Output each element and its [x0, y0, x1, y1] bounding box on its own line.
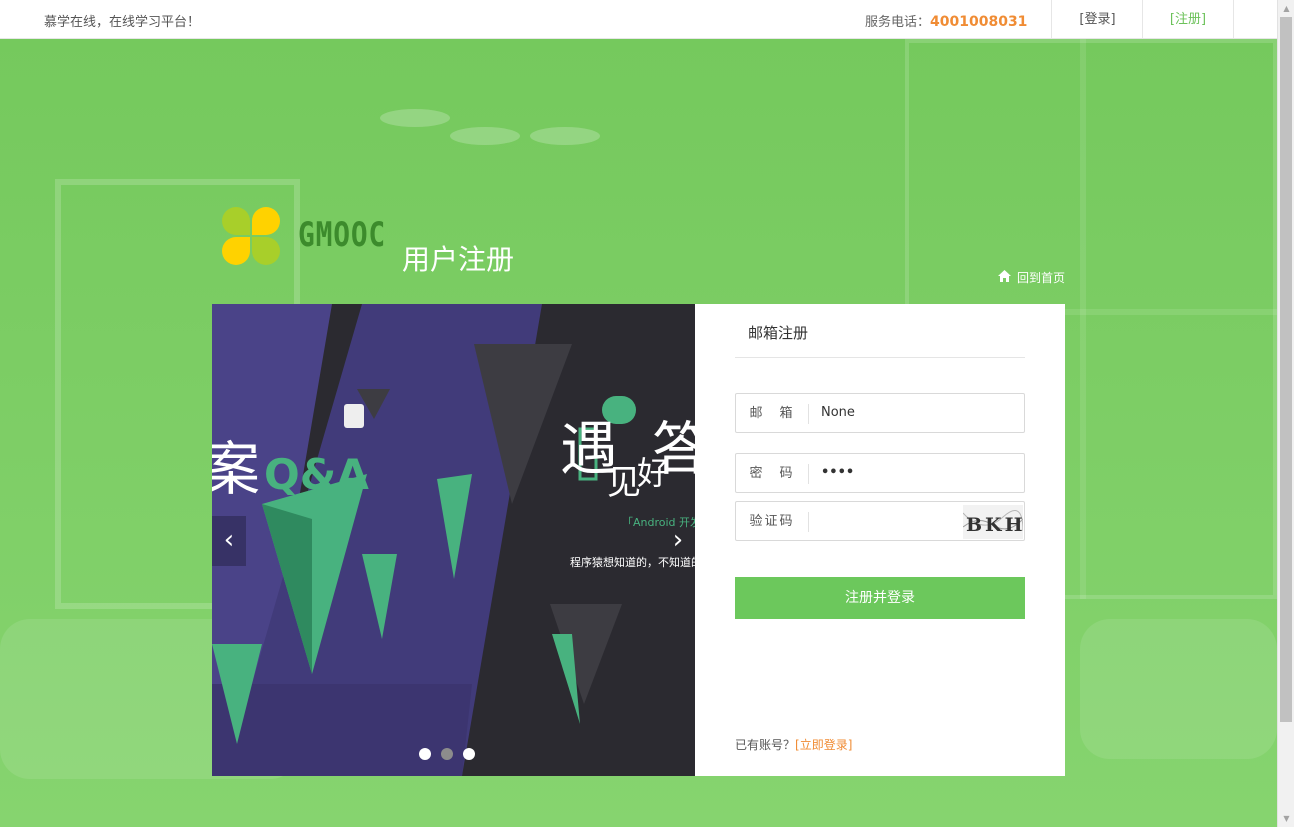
carousel-prev-arrow-icon[interactable]: ‹	[212, 516, 246, 566]
carousel-dot-2[interactable]	[441, 748, 453, 760]
carousel-dot-3[interactable]	[463, 748, 475, 760]
home-icon	[998, 270, 1011, 285]
banner-carousel[interactable]: 遇 见 好 答 案 Q&A 「Android 开发问答专场」 程序猿想知道的，不…	[212, 304, 695, 776]
banner-illustration: 遇 见 好 答 案 Q&A 「Android 开发问答专场」 程序猿想知道的，不…	[212, 304, 695, 776]
login-now-link[interactable]: [立即登录]	[795, 738, 852, 752]
password-value[interactable]: ••••	[821, 465, 854, 480]
carousel-dot-1[interactable]	[419, 748, 431, 760]
back-to-home-link[interactable]: 回到首页	[998, 269, 1065, 286]
scroll-down-arrow-icon[interactable]: ▼	[1278, 810, 1294, 827]
register-link[interactable]: [注册]	[1142, 0, 1234, 39]
site-slogan: 慕学在线，在线学习平台！	[44, 15, 201, 30]
captcha-text: BKH	[966, 514, 1023, 536]
password-field[interactable]: 密 码 ••••	[735, 453, 1025, 493]
phone-number: 4001008031	[930, 14, 1028, 30]
has-account-text: 已有账号？	[735, 738, 796, 752]
email-field[interactable]: 邮 箱 None	[735, 393, 1025, 433]
email-label: 邮 箱	[736, 404, 809, 424]
home-link-label: 回到首页	[1017, 271, 1066, 285]
phone-label: 服务电话：	[865, 15, 931, 30]
svg-text:答: 答	[652, 415, 695, 483]
email-value[interactable]: None	[821, 405, 855, 420]
has-account-line: 已有账号？[立即登录]	[735, 736, 852, 753]
login-link[interactable]: [登录]	[1051, 0, 1143, 39]
captcha-image[interactable]: BKH	[962, 505, 1024, 539]
service-phone: 服务电话：4001008031	[865, 11, 1027, 30]
qa-label: Q&A	[264, 450, 369, 499]
brand-name: GMOOC	[298, 215, 387, 255]
background-sofa	[1080, 619, 1277, 759]
scroll-thumb[interactable]	[1280, 17, 1292, 722]
logo-icon	[222, 207, 282, 267]
tab-email-register-label: 邮箱注册	[748, 324, 809, 342]
tab-email-register[interactable]: 邮箱注册	[735, 304, 1025, 358]
captcha-field[interactable]: 验证码 BKH	[735, 501, 1025, 541]
background-lamp	[530, 127, 600, 145]
page-scrollbar[interactable]: ▲ ▼	[1277, 0, 1294, 827]
top-bar: 慕学在线，在线学习平台！ 服务电话：4001008031 [登录] [注册]	[0, 0, 1277, 39]
register-panel: 邮箱注册 邮 箱 None 密 码 •••• 验证码 BKH 注册并登录 已有账…	[695, 304, 1065, 776]
background-lamp	[450, 127, 520, 145]
register-and-login-button[interactable]: 注册并登录	[735, 577, 1025, 619]
scroll-up-arrow-icon[interactable]: ▲	[1278, 0, 1294, 17]
background-lamp	[380, 109, 450, 127]
slide-left-text: 案	[212, 435, 260, 503]
carousel-next-arrow-icon[interactable]: ›	[661, 516, 695, 566]
carousel-dots	[419, 748, 475, 760]
svg-text:见: 见	[607, 463, 641, 503]
page-title: 用户注册	[402, 243, 515, 276]
background-window-bar	[1080, 39, 1086, 599]
password-label: 密 码	[736, 464, 809, 484]
captcha-label: 验证码	[736, 512, 809, 532]
